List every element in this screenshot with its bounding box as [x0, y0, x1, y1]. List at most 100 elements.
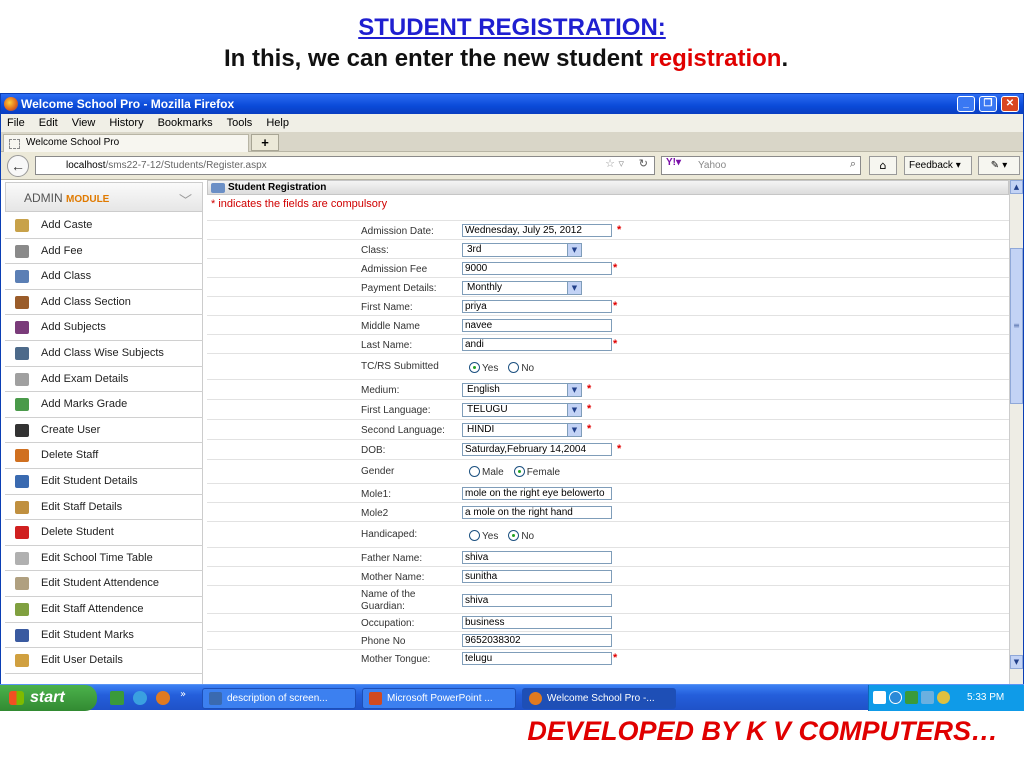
sidebar-item[interactable]: Add Caste [5, 213, 203, 239]
menu-tools[interactable]: Tools [227, 117, 253, 129]
menu-help[interactable]: Help [266, 117, 289, 129]
mother-tongue-input[interactable]: telugu [462, 652, 612, 665]
menu-bookmarks[interactable]: Bookmarks [158, 117, 213, 129]
tab-label: Welcome School Pro [26, 137, 120, 148]
dob-input[interactable]: Saturday,February 14,2004 [462, 443, 612, 456]
scroll-thumb[interactable]: ≡ [1010, 248, 1023, 404]
middle-name-input[interactable]: navee [462, 319, 612, 332]
scroll-up-icon[interactable]: ▲ [1010, 180, 1023, 194]
gender-male-radio[interactable] [469, 466, 480, 477]
sidebar-item[interactable]: Add Class Section [5, 290, 203, 316]
mole1-input[interactable]: mole on the right eye belowerto [462, 487, 612, 500]
first-name-input[interactable]: priya [462, 300, 612, 313]
show-desktop-icon[interactable] [110, 691, 124, 705]
medium-select[interactable]: English ▼ [462, 383, 582, 397]
scroll-down-icon[interactable]: ▼ [1010, 655, 1023, 669]
sidebar-item[interactable]: Create User [5, 418, 203, 444]
sidebar-item[interactable]: Edit Student Attendence [5, 571, 203, 597]
module-header[interactable]: ADMIN MODULE ﹀ [5, 182, 203, 212]
back-button[interactable]: ← [7, 155, 29, 177]
chevron-right-icon[interactable]: » [180, 689, 186, 700]
network-icon[interactable] [889, 691, 902, 704]
sidebar-item[interactable]: Delete Staff [5, 443, 203, 469]
security-icon[interactable] [937, 691, 950, 704]
help-icon[interactable] [873, 691, 886, 704]
gender-radio-group: Male Female [469, 466, 570, 478]
class-select[interactable]: 3rd ▼ [462, 243, 582, 257]
second-language-select[interactable]: HINDI ▼ [462, 423, 582, 437]
sidebar-item[interactable]: Add Subjects [5, 315, 203, 341]
sidebar-item[interactable]: Edit School Time Table [5, 546, 203, 572]
address-bar[interactable]: localhost/sms22-7-12/Students/Register.a… [35, 156, 655, 175]
admission-fee-input[interactable]: 9000 [462, 262, 612, 275]
menu-view[interactable]: View [72, 117, 96, 129]
admission-date-input[interactable]: Wednesday, July 25, 2012 [462, 224, 612, 237]
sidebar-item[interactable]: Add Class Wise Subjects [5, 341, 203, 367]
new-tab-button[interactable]: + [251, 134, 279, 151]
menu-file[interactable]: File [7, 117, 25, 129]
close-button[interactable]: ✕ [1001, 96, 1019, 112]
handicaped-no-radio[interactable] [508, 530, 520, 541]
sidebar-item[interactable]: Add Exam Details [5, 367, 203, 393]
gender-female-radio[interactable] [513, 466, 525, 477]
handicaped-yes-radio[interactable] [469, 530, 480, 541]
sidebar-item[interactable]: Edit User Details [5, 648, 203, 674]
mole2-input[interactable]: a mole on the right hand [462, 506, 612, 519]
sidebar-item-label: Delete Staff [41, 449, 99, 462]
taskbar-button-word[interactable]: description of screen... [202, 688, 356, 709]
bookmark-star-icon[interactable]: ☆ ▿ [605, 157, 624, 170]
sidebar-item[interactable]: Add Fee [5, 239, 203, 265]
vertical-scrollbar[interactable]: ▲ ≡ ▼ [1009, 180, 1023, 684]
start-button[interactable]: start [0, 685, 97, 711]
taskbar-button-firefox[interactable]: Welcome School Pro -... [522, 688, 676, 709]
restore-button[interactable]: ❐ [979, 96, 997, 112]
menu-history[interactable]: History [109, 117, 143, 129]
sidebar-item[interactable]: Delete Student [5, 520, 203, 546]
sidebar-item[interactable]: Edit Student Marks [5, 623, 203, 649]
sidebar-item[interactable]: Edit Student Details [5, 469, 203, 495]
volume-icon[interactable] [921, 691, 934, 704]
menu-item-icon [15, 347, 29, 360]
occupation-input[interactable]: business [462, 616, 612, 629]
sidebar-item[interactable]: Edit Staff Attendence [5, 597, 203, 623]
window-titlebar[interactable]: Welcome School Pro - Mozilla Firefox _ ❐… [1, 94, 1023, 114]
mother-input[interactable]: sunitha [462, 570, 612, 583]
tcrs-yes-radio[interactable] [469, 362, 480, 373]
menu-item-icon [15, 449, 29, 463]
first-language-label: First Language: [361, 405, 431, 416]
guardian-input[interactable]: shiva [462, 594, 612, 607]
search-box[interactable]: Y!▾ Yahoo ⌕ [661, 156, 861, 175]
app-tray-icon[interactable] [905, 691, 918, 704]
menu-edit[interactable]: Edit [39, 117, 58, 129]
tcrs-no-radio[interactable] [508, 362, 520, 373]
phone-input[interactable]: 9652038302 [462, 634, 612, 647]
payment-select[interactable]: Monthly ▼ [462, 281, 582, 295]
dropdown-arrow-icon[interactable]: ▼ [567, 404, 581, 416]
sidebar-item[interactable]: Edit Staff Details [5, 495, 203, 521]
sidebar-item[interactable]: Add Marks Grade [5, 392, 203, 418]
firefox-quicklaunch-icon[interactable] [156, 691, 170, 705]
slide-title: STUDENT REGISTRATION: [358, 14, 666, 41]
chevron-down-icon[interactable]: ﹀ [179, 190, 192, 209]
last-name-input[interactable]: andi [462, 338, 612, 351]
clock[interactable]: 5:33 PM [967, 685, 1004, 711]
minimize-button[interactable]: _ [957, 96, 975, 112]
taskbar-button-powerpoint[interactable]: Microsoft PowerPoint ... [362, 688, 516, 709]
dropdown-arrow-icon[interactable]: ▼ [567, 384, 581, 396]
father-input[interactable]: shiva [462, 551, 612, 564]
sidebar-item[interactable]: Add Class [5, 264, 203, 290]
feedback-button[interactable]: Feedback ▾ [904, 156, 972, 175]
reload-icon[interactable]: ↻ [639, 157, 648, 170]
dropdown-arrow-icon[interactable]: ▼ [567, 244, 581, 256]
sidebar-item-label: Edit Staff Attendence [41, 603, 144, 615]
extension-button[interactable]: ✎ ▾ [978, 156, 1020, 175]
ie-icon[interactable] [133, 691, 147, 705]
home-button[interactable]: ⌂ [869, 156, 897, 175]
first-language-select[interactable]: TELUGU ▼ [462, 403, 582, 417]
yahoo-icon[interactable]: Y!▾ [666, 157, 681, 168]
mother-label: Mother Name: [361, 572, 425, 583]
dropdown-arrow-icon[interactable]: ▼ [567, 282, 581, 294]
browser-tab[interactable]: Welcome School Pro [3, 134, 249, 152]
search-icon[interactable]: ⌕ [850, 157, 856, 171]
dropdown-arrow-icon[interactable]: ▼ [567, 424, 581, 436]
